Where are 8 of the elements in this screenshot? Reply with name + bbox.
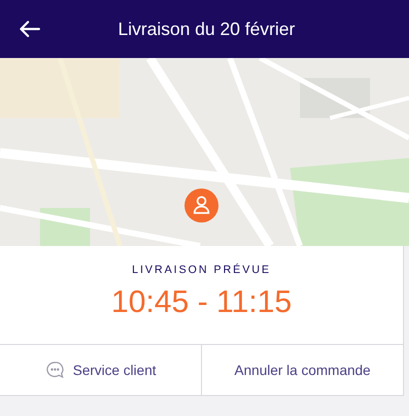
page-title: Livraison du 20 février (116, 18, 296, 40)
delivery-label: LIVRAISON PRÉVUE (132, 262, 271, 278)
chat-bubble-icon (44, 360, 65, 380)
cancel-button[interactable]: Annuler la commande (201, 345, 403, 395)
person-pin-icon (184, 188, 219, 223)
delivery-time: 10:45 - 11:15 (111, 282, 292, 320)
back-arrow-icon (19, 20, 41, 38)
support-button[interactable]: Service client (0, 345, 201, 395)
